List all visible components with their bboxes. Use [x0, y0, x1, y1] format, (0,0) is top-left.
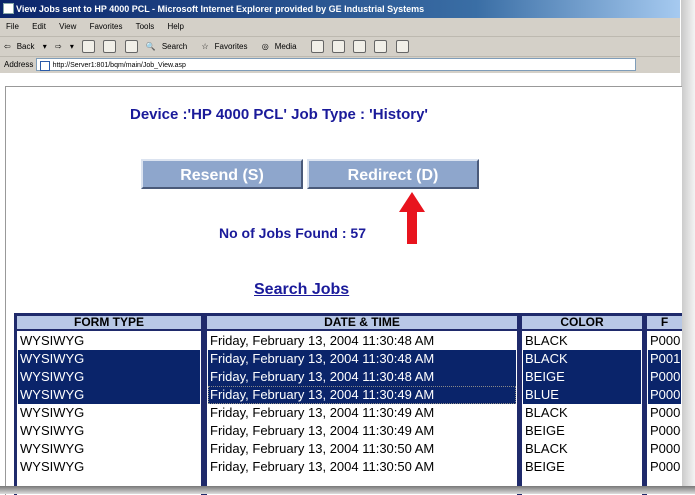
list-item[interactable]: P0007 — [648, 332, 681, 350]
form-type-list[interactable]: WYSIWYG WYSIWYG WYSIWYG WYSIWYG WYSIWYG WYSIW… — [17, 331, 201, 495]
resend-button[interactable]: Resend (S) — [141, 159, 303, 189]
list-item[interactable]: P000 — [648, 458, 681, 476]
list-item[interactable]: BLACK — [523, 332, 641, 350]
list-item[interactable]: P001 — [648, 350, 681, 368]
redirect-button[interactable]: Redirect (D) — [307, 159, 479, 189]
ie-app-icon — [3, 3, 14, 14]
search-icon: 🔍 — [145, 42, 156, 51]
list-item[interactable]: WYSIWYG — [18, 422, 200, 440]
menu-file[interactable]: File — [6, 22, 19, 31]
header-date-time: DATE & TIME — [207, 316, 517, 329]
f-list[interactable]: P0007P001P000P000P0003P0000P0009P000 — [647, 331, 682, 495]
back-arrow-icon: ⇦ — [4, 42, 11, 51]
list-item[interactable]: BLACK — [523, 440, 641, 458]
menu-favorites[interactable]: Favorites — [90, 22, 123, 31]
menu-view[interactable]: View — [59, 22, 76, 31]
list-item[interactable]: BLACK — [523, 404, 641, 422]
list-item[interactable]: WYSIWYG — [18, 386, 200, 404]
mail-icon[interactable] — [332, 40, 345, 54]
header-color: COLOR — [522, 316, 642, 329]
list-item[interactable]: Friday, February 13, 2004 11:30:49 AM — [208, 422, 516, 440]
list-item[interactable]: Friday, February 13, 2004 11:30:48 AM — [208, 368, 516, 386]
page-content: Device :'HP 4000 PCL' Job Type : 'Histor… — [5, 86, 682, 495]
menu-help[interactable]: Help — [168, 22, 184, 31]
favorites-label: Favorites — [214, 42, 248, 51]
date-time-list[interactable]: Friday, February 13, 2004 11:30:48 AM Fri… — [207, 331, 517, 495]
standard-toolbar: ⇦ Back ▾ ⇨ ▾ 🔍 Search ☆ Favorites ◎ Media — [0, 37, 680, 57]
list-item[interactable]: P0003 — [648, 404, 681, 422]
address-label: Address — [4, 60, 34, 69]
search-label: Search — [161, 42, 188, 51]
list-item[interactable]: P0000 — [648, 422, 681, 440]
menu-edit[interactable]: Edit — [32, 22, 46, 31]
header-form-type: FORM TYPE — [17, 316, 201, 329]
list-item[interactable]: Friday, February 13, 2004 11:30:48 AM — [208, 332, 516, 350]
stop-icon[interactable] — [82, 40, 96, 54]
jobs-found-count: No of Jobs Found : 57 — [219, 225, 366, 241]
address-bar: Address http://Server1:801/bqm/main/Job_… — [0, 57, 680, 73]
history-icon[interactable] — [310, 40, 324, 54]
back-button[interactable]: ⇦ Back ▾ — [4, 42, 47, 51]
list-item[interactable]: WYSIWYG — [18, 440, 200, 458]
menu-tools[interactable]: Tools — [136, 22, 155, 31]
forward-arrow-icon: ⇨ — [54, 42, 62, 51]
list-item[interactable]: Friday, February 13, 2004 11:30:50 AM — [208, 458, 516, 476]
list-item[interactable]: P0009 — [648, 440, 681, 458]
page-icon — [39, 60, 50, 71]
red-up-arrow-icon — [399, 192, 425, 244]
list-item[interactable]: WYSIWYG — [18, 332, 200, 350]
window-right-shadow — [681, 0, 695, 494]
list-item[interactable]: P000 — [648, 386, 681, 404]
print-icon[interactable] — [353, 40, 367, 54]
home-icon[interactable] — [124, 40, 138, 54]
favorites-button[interactable]: ☆ Favorites — [201, 42, 253, 51]
media-icon: ◎ — [261, 42, 269, 51]
list-item[interactable]: BEIGE — [523, 422, 641, 440]
edit-icon[interactable] — [374, 40, 388, 54]
list-item[interactable]: BEIGE — [523, 368, 641, 386]
jobs-table: FORM TYPE DATE & TIME COLOR F WYSIWYG WYS… — [14, 313, 682, 495]
list-item[interactable]: WYSIWYG — [18, 350, 200, 368]
list-item[interactable]: Friday, February 13, 2004 11:30:49 AM — [208, 386, 516, 404]
list-item[interactable]: P000 — [648, 368, 681, 386]
back-label: Back — [16, 42, 35, 51]
list-item[interactable]: BLACK — [523, 350, 641, 368]
device-heading: Device :'HP 4000 PCL' Job Type : 'Histor… — [130, 106, 428, 123]
list-item[interactable]: WYSIWYG — [18, 368, 200, 386]
media-label: Media — [274, 42, 297, 51]
address-url: http://Server1:801/bqm/main/Job_View.asp — [52, 62, 186, 70]
forward-button[interactable]: ⇨ ▾ — [55, 42, 74, 51]
address-input[interactable]: http://Server1:801/bqm/main/Job_View.asp — [35, 58, 636, 72]
window-bottom-shadow — [0, 486, 695, 494]
search-button[interactable]: 🔍 Search — [146, 42, 193, 51]
refresh-icon[interactable] — [103, 40, 117, 54]
list-item[interactable]: Friday, February 13, 2004 11:30:50 AM — [208, 440, 516, 458]
list-item[interactable]: WYSIWYG — [18, 404, 200, 422]
menu-bar: File Edit View Favorites Tools Help — [0, 18, 680, 37]
media-button[interactable]: ◎ Media — [262, 42, 303, 51]
search-jobs-link[interactable]: Search Jobs — [254, 281, 349, 299]
list-item[interactable]: BLUE — [523, 386, 641, 404]
browser-chrome: File Edit View Favorites Tools Help ⇦ Bac… — [0, 18, 680, 73]
list-item[interactable]: WYSIWYG — [18, 458, 200, 476]
favorites-icon: ☆ — [201, 42, 209, 51]
window-title: View Jobs sent to HP 4000 PCL - Microsof… — [16, 4, 425, 14]
color-list[interactable]: BLACK BLACK BEIGE BLUE BLACK BEIGE BLACK BEIGE — [522, 331, 642, 495]
list-item[interactable]: Friday, February 13, 2004 11:30:49 AM — [208, 404, 516, 422]
header-f: F — [647, 316, 682, 329]
window-title-bar: View Jobs sent to HP 4000 PCL - Microsof… — [0, 0, 680, 18]
list-item[interactable]: Friday, February 13, 2004 11:30:48 AM — [208, 350, 516, 368]
list-item[interactable]: BEIGE — [523, 458, 641, 476]
discuss-icon[interactable] — [395, 40, 409, 54]
